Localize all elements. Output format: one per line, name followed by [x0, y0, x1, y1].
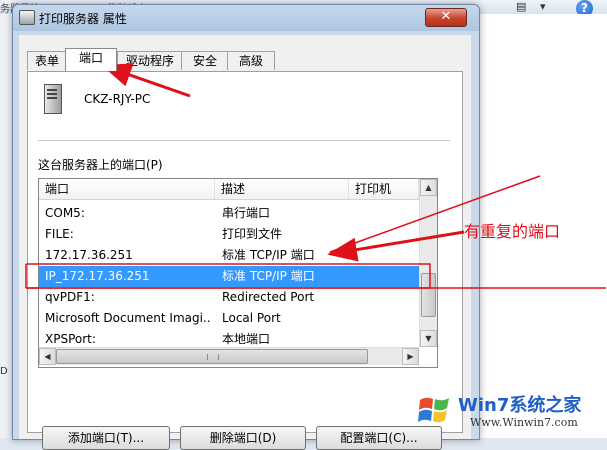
server-name: CKZ-RJY-PC	[84, 92, 151, 106]
port-description: Local Port	[222, 311, 281, 325]
tab-advanced[interactable]: 高级	[227, 51, 275, 70]
vertical-scroll-thumb[interactable]	[421, 273, 436, 317]
list-header: 端口 描述 打印机	[39, 179, 437, 200]
close-button[interactable]: ✕	[425, 8, 467, 27]
dialog-client-area: 表单 端口 驱动程序 安全 高级 CKZ-RJY-PC 这台服务器上的端口(P)…	[19, 35, 471, 450]
scroll-left-icon[interactable]: ◀	[39, 348, 56, 365]
port-description: 串行端口	[222, 206, 271, 220]
print-server-properties-dialog: 打印服务器 属性 ✕ 表单 端口 驱动程序 安全 高级 CKZ-RJY-PC 这…	[12, 4, 480, 450]
tab-ports[interactable]: 端口	[65, 48, 117, 71]
column-header-port[interactable]: 端口	[39, 179, 215, 199]
watermark-brand: Win7系统之家	[458, 395, 582, 416]
column-header-printer[interactable]: 打印机	[349, 179, 419, 199]
server-icon	[44, 84, 62, 114]
view-icon[interactable]: ▤	[516, 0, 526, 14]
add-port-button[interactable]: 添加端口(T)...	[42, 426, 170, 450]
tab-forms[interactable]: 表单	[27, 51, 67, 70]
ports-tab-panel: CKZ-RJY-PC 这台服务器上的端口(P) 端口 描述 打印机 COM5: …	[27, 71, 463, 450]
column-header-description[interactable]: 描述	[215, 179, 349, 199]
port-name: Microsoft Document Imagi...	[45, 311, 211, 325]
printer-icon	[19, 10, 35, 25]
port-description: 打印到文件	[222, 227, 283, 241]
port-name: COM5:	[45, 206, 85, 220]
delete-port-button[interactable]: 删除端口(D)	[180, 426, 306, 450]
background-left-marker: D	[0, 366, 8, 377]
horizontal-scroll-thumb[interactable]	[56, 349, 368, 364]
divider	[38, 140, 450, 141]
tab-drivers[interactable]: 驱动程序	[117, 51, 183, 70]
list-item[interactable]: Microsoft Document Imagi... Local Port	[39, 308, 419, 329]
port-name: IP_172.17.36.251	[45, 269, 150, 283]
background-window-left: D	[0, 14, 12, 438]
port-description: 标准 TCP/IP 端口	[222, 248, 315, 262]
scroll-right-icon[interactable]: ▶	[402, 348, 419, 365]
tab-security[interactable]: 安全	[181, 51, 229, 70]
list-item[interactable]: qvPDF1: Redirected Port	[39, 287, 419, 308]
annotation-duplicate-ports: 有重复的端口	[464, 222, 561, 241]
ports-list[interactable]: 端口 描述 打印机 COM5: 串行端口 FILE: 打印到文件 172.17.…	[38, 178, 438, 368]
list-item-selected[interactable]: IP_172.17.36.251 标准 TCP/IP 端口	[39, 266, 419, 287]
port-description: Redirected Port	[222, 290, 315, 304]
dropdown-arrow-icon[interactable]: ▾	[540, 0, 546, 14]
port-name: qvPDF1:	[45, 290, 95, 304]
horizontal-scrollbar[interactable]: ◀ ▶	[39, 347, 419, 365]
scroll-up-icon[interactable]: ▲	[420, 179, 437, 196]
vertical-scrollbar[interactable]: ▲ ▼	[419, 179, 437, 347]
watermark: Win7系统之家 Www.Winwin7.com	[410, 388, 607, 438]
list-item[interactable]: 172.17.36.251 标准 TCP/IP 端口	[39, 245, 419, 266]
port-name: 172.17.36.251	[45, 248, 133, 262]
windows-flag-icon	[418, 397, 449, 423]
scroll-down-icon[interactable]: ▼	[420, 330, 437, 347]
dialog-titlebar[interactable]: 打印服务器 属性 ✕	[13, 5, 479, 31]
dialog-title: 打印服务器 属性	[39, 12, 127, 26]
watermark-url: Www.Winwin7.com	[470, 416, 578, 429]
port-name: FILE:	[45, 227, 74, 241]
ports-list-label: 这台服务器上的端口(P)	[38, 158, 163, 172]
port-description: 标准 TCP/IP 端口	[222, 269, 315, 283]
list-item[interactable]: COM5: 串行端口	[39, 203, 419, 224]
list-item[interactable]: FILE: 打印到文件	[39, 224, 419, 245]
